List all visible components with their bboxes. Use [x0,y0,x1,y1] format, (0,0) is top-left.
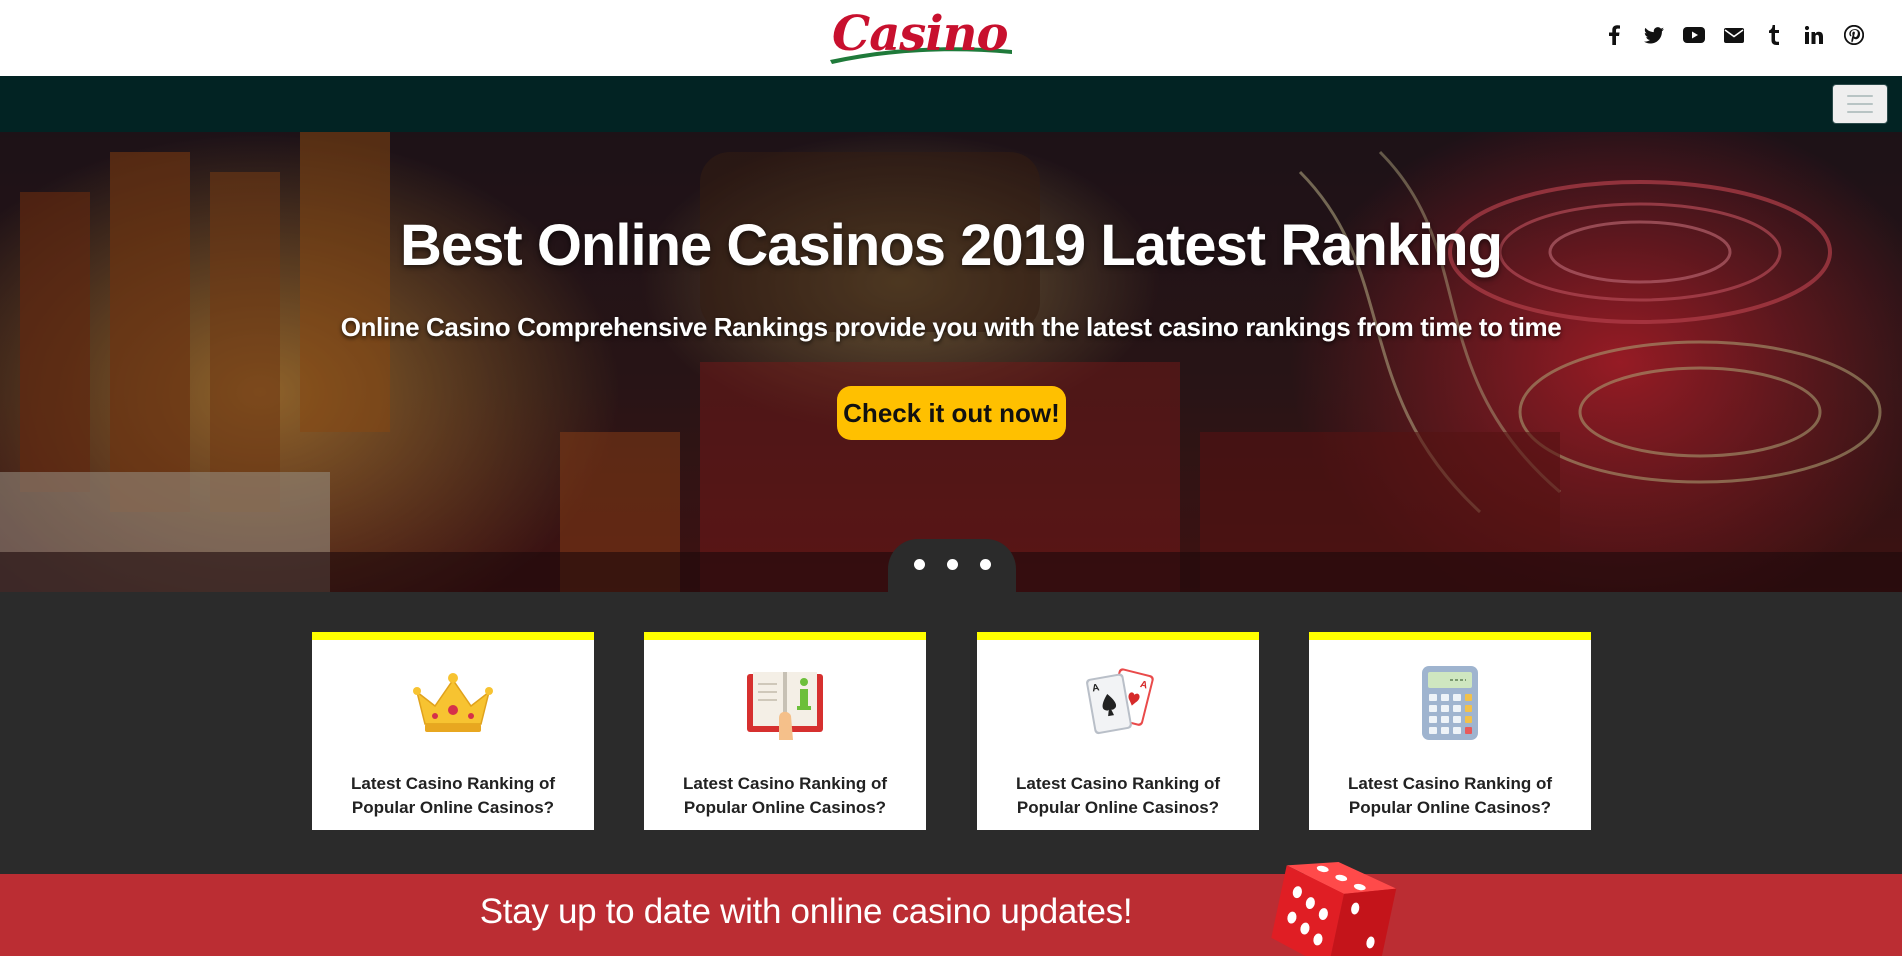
calculator-icon [1422,666,1478,740]
feature-card-cards[interactable]: A A Latest Casino Ranking of Popular Onl… [977,632,1259,830]
newsletter-banner: Stay up to date with online casino updat… [0,874,1902,956]
envelope-icon[interactable] [1722,23,1746,47]
hamburger-icon [1847,95,1873,97]
feature-card-calculator[interactable]: Latest Casino Ranking of Popular Online … [1309,632,1591,830]
feature-card-title: Latest Casino Ranking of Popular Online … [1015,774,1221,817]
tumblr-icon[interactable] [1762,23,1786,47]
crown-icon [413,673,493,732]
pinterest-icon[interactable] [1842,23,1866,47]
logo-text: Casino [832,6,1008,62]
carousel-dot-2[interactable] [946,558,958,570]
hero-title: Best Online Casinos 2019 Latest Ranking [399,213,1503,278]
social-links [1602,23,1866,47]
feature-card-title: Latest Casino Ranking of Popular Online … [350,774,556,817]
book-info-icon [747,672,823,740]
casino-logo[interactable]: Casino [826,4,1016,66]
linkedin-icon[interactable] [1802,23,1826,47]
facebook-icon[interactable] [1602,23,1626,47]
main-navbar [0,76,1902,132]
dice-icon [1271,862,1397,956]
youtube-icon[interactable] [1682,23,1706,47]
feature-card-title: Latest Casino Ranking of Popular Online … [682,774,888,817]
check-it-out-button[interactable]: Check it out now! [837,386,1066,440]
carousel-dot-1[interactable] [913,558,925,570]
hamburger-menu-button[interactable] [1832,84,1888,124]
playing-cards-icon: A A [1086,668,1154,735]
carousel-indicators [888,539,1016,592]
carousel-dot-3[interactable] [979,558,991,570]
hero-subtitle: Online Casino Comprehensive Rankings pro… [340,312,1562,342]
feature-cards: Latest Casino Ranking of Popular Online … [0,592,1902,874]
hero-carousel: Best Online Casinos 2019 Latest Ranking … [0,132,1902,592]
twitter-icon[interactable] [1642,23,1666,47]
feature-card-title: Latest Casino Ranking of Popular Online … [1347,774,1553,817]
top-header: Casino [0,0,1902,76]
feature-card-crown[interactable]: Latest Casino Ranking of Popular Online … [312,632,594,830]
hero-overlay [0,132,1902,592]
feature-card-book[interactable]: Latest Casino Ranking of Popular Online … [644,632,926,830]
